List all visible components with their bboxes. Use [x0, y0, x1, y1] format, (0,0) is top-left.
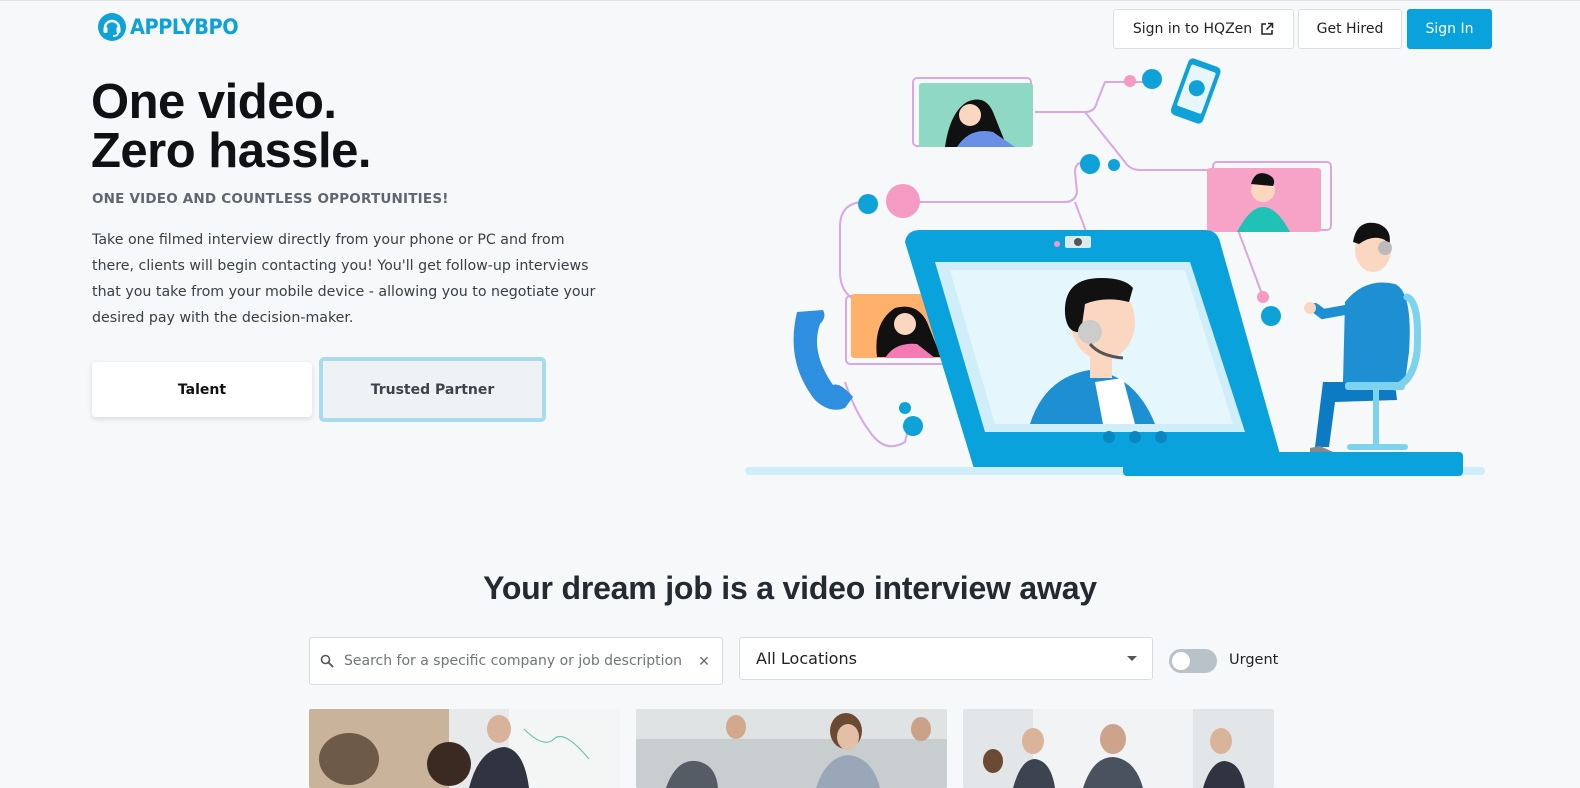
dropdown-caret-icon [1127, 656, 1137, 661]
applybpo-logo[interactable]: APPLYBPO [96, 11, 248, 43]
job-card[interactable] [963, 709, 1274, 788]
top-border [0, 0, 1580, 1]
job-card[interactable] [309, 709, 620, 788]
job-card[interactable] [636, 709, 947, 788]
location-selected-value: All Locations [756, 649, 857, 668]
job-search-box[interactable]: × [309, 637, 723, 685]
job-card-image [963, 709, 1274, 788]
sign-in-hqzen-button[interactable]: Sign in to HQZen [1113, 9, 1294, 49]
hero-title-line-1: One video. [91, 75, 337, 129]
logo-text: APPLYBPO [130, 15, 239, 39]
hero-subtitle: ONE VIDEO AND COUNTLESS OPPORTUNITIES! [92, 191, 449, 207]
sign-in-hqzen-label: Sign in to HQZen [1132, 21, 1253, 37]
job-card-image [636, 709, 947, 788]
urgent-toggle[interactable] [1169, 649, 1217, 673]
clear-icon[interactable]: × [696, 651, 712, 672]
location-select[interactable]: All Locations [739, 637, 1153, 680]
trusted-partner-button[interactable]: Trusted Partner [319, 357, 546, 422]
urgent-toggle-knob [1172, 652, 1190, 670]
urgent-label: Urgent [1229, 652, 1279, 668]
hero-illustration [745, 58, 1485, 476]
section-title: Your dream job is a video interview away [483, 570, 1097, 606]
logo-headset-icon [98, 13, 126, 41]
external-link-icon [1261, 22, 1274, 35]
job-card-image [309, 709, 620, 788]
job-search-input[interactable] [344, 653, 696, 669]
hero-description: Take one filmed interview directly from … [92, 232, 596, 326]
search-icon [320, 654, 334, 668]
hero-title-line-2: Zero hassle. [91, 124, 371, 178]
get-hired-button[interactable]: Get Hired [1298, 9, 1402, 49]
sign-in-button[interactable]: Sign In [1407, 9, 1492, 49]
talent-button[interactable]: Talent [92, 362, 312, 417]
hero-title: One video. Zero hassle. [91, 78, 371, 176]
